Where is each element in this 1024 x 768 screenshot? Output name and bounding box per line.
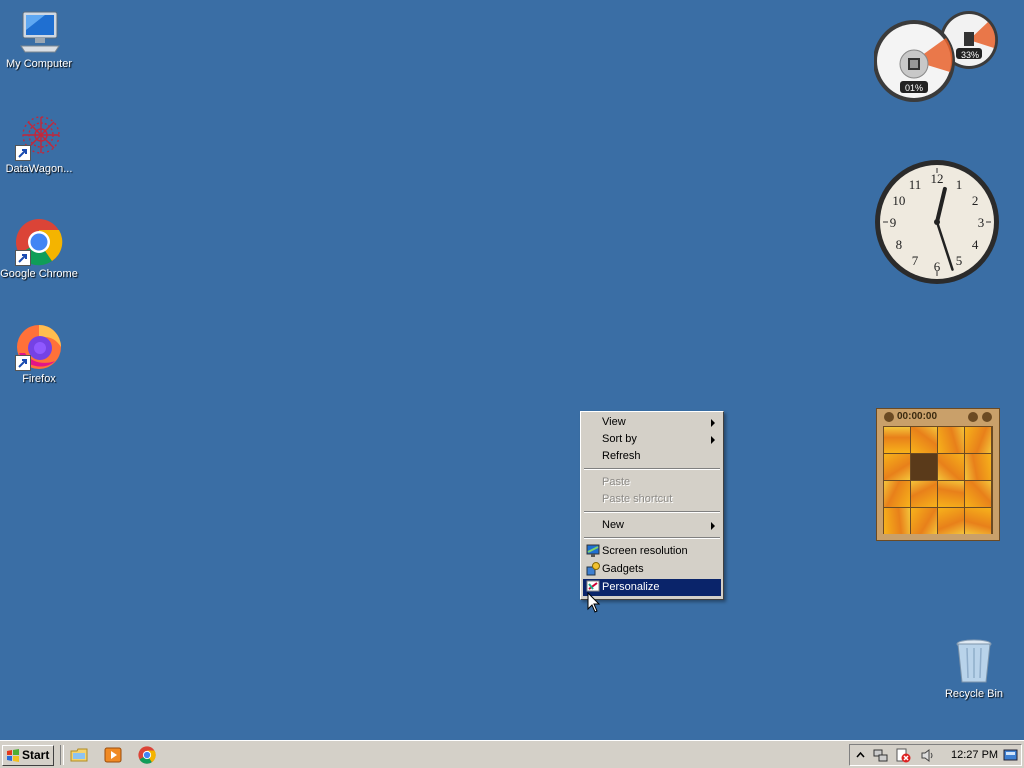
cpu-percent-label: 01% [905, 83, 924, 93]
puzzle-prev-icon[interactable] [884, 412, 894, 422]
desktop-icon-recycle-bin[interactable]: Recycle Bin [935, 638, 1013, 700]
clock-numeral: 9 [890, 215, 897, 230]
desktop-icon-datawagon[interactable]: DataWagon... [0, 113, 78, 175]
chrome-icon [15, 218, 63, 266]
menu-item-gadgets[interactable]: Gadgets [583, 561, 721, 578]
desktop-icon-firefox[interactable]: Firefox [0, 323, 78, 385]
puzzle-help-icon[interactable] [968, 412, 978, 422]
puzzle-tile[interactable] [911, 508, 937, 534]
recycle-bin-icon [950, 638, 998, 686]
clock-numeral: 5 [956, 253, 963, 268]
clock-numeral: 11 [909, 177, 922, 192]
puzzle-tile[interactable] [938, 481, 964, 507]
clock-numeral: 2 [972, 193, 979, 208]
picture-puzzle-gadget[interactable]: 00:00:00 [876, 408, 1000, 541]
start-label: Start [22, 748, 50, 762]
clock-numeral: 7 [912, 253, 919, 268]
menu-item-label: Personalize [602, 581, 660, 593]
menu-item-label: New [602, 519, 625, 531]
menu-separator [584, 537, 720, 539]
menu-item-label: Sort by [602, 433, 637, 445]
submenu-arrow-icon [711, 436, 715, 444]
datawagon-icon [15, 113, 63, 161]
desktop-icon-label: DataWagon... [5, 163, 73, 175]
firefox-icon [15, 323, 63, 371]
menu-item-personalize[interactable]: Personalize [583, 579, 721, 596]
taskbar-divider [60, 745, 64, 765]
media-player-icon[interactable] [104, 746, 122, 764]
menu-item-label: Paste shortcut [602, 493, 673, 505]
action-center-icon[interactable] [1003, 748, 1018, 763]
puzzle-tile[interactable] [965, 481, 991, 507]
show-hidden-icons-icon[interactable] [853, 748, 868, 763]
puzzle-tile[interactable] [884, 481, 910, 507]
puzzle-tile[interactable] [965, 454, 991, 480]
clock-numeral: 12 [931, 171, 944, 186]
shortcut-arrow-icon [15, 250, 31, 266]
puzzle-tile[interactable] [938, 508, 964, 534]
volume-icon[interactable] [920, 748, 935, 763]
menu-item-sort-by[interactable]: Sort by [583, 431, 721, 448]
submenu-arrow-icon [711, 522, 715, 530]
menu-item-label: View [602, 416, 626, 428]
shortcut-arrow-icon [15, 355, 31, 371]
desktop-icon-label: Recycle Bin [944, 688, 1004, 700]
menu-separator [584, 511, 720, 513]
windows-logo-icon [7, 749, 19, 762]
desktop-icon-label: Firefox [22, 373, 56, 385]
menu-item-label: Gadgets [602, 563, 644, 575]
memory-percent-label: 33% [961, 50, 980, 60]
monitor-icon [586, 544, 600, 558]
puzzle-tile[interactable] [965, 508, 991, 534]
shortcut-arrow-icon [15, 145, 31, 161]
menu-item-label: Screen resolution [602, 545, 688, 557]
puzzle-tile[interactable] [911, 481, 937, 507]
cpu-meter-gadget[interactable]: 01% 33% [873, 8, 1000, 104]
puzzle-tile[interactable] [884, 454, 910, 480]
clock-numeral: 6 [934, 259, 941, 274]
system-tray: 12:27 PM [849, 744, 1022, 766]
puzzle-tile[interactable] [965, 427, 991, 453]
file-explorer-icon[interactable] [70, 746, 88, 764]
puzzle-menu-icon[interactable] [982, 412, 992, 422]
menu-item-refresh[interactable]: Refresh [583, 448, 721, 465]
menu-item-new[interactable]: New [583, 517, 721, 534]
puzzle-tile[interactable] [938, 454, 964, 480]
puzzle-grid[interactable] [883, 426, 993, 534]
submenu-arrow-icon [711, 419, 715, 427]
clock-numeral: 4 [972, 237, 979, 252]
desktop-context-menu[interactable]: View Sort by Refresh Paste Paste shortcu… [580, 411, 724, 600]
security-alert-icon[interactable] [896, 748, 911, 763]
menu-separator [584, 468, 720, 470]
taskbar: Start 12:27 PM [0, 740, 1024, 768]
puzzle-tile[interactable] [884, 508, 910, 534]
start-button[interactable]: Start [2, 745, 54, 766]
desktop-icon-my-computer[interactable]: My Computer [0, 8, 78, 70]
desktop-icon-label: My Computer [5, 58, 73, 70]
clock-gadget[interactable]: 12 1 2 3 4 5 6 7 8 9 10 11 [872, 158, 1002, 288]
clock-numeral: 8 [896, 237, 903, 252]
taskbar-clock[interactable]: 12:27 PM [951, 749, 998, 761]
menu-item-paste: Paste [583, 474, 721, 491]
desktop-icon-google-chrome[interactable]: Google Chrome [0, 218, 78, 280]
desktop-icon-label: Google Chrome [0, 268, 78, 280]
puzzle-timer: 00:00:00 [897, 411, 938, 422]
puzzle-tile[interactable] [911, 427, 937, 453]
menu-item-paste-shortcut: Paste shortcut [583, 491, 721, 508]
menu-item-screen-resolution[interactable]: Screen resolution [583, 543, 721, 560]
menu-item-label: Refresh [602, 450, 641, 462]
puzzle-tile[interactable] [911, 454, 937, 480]
menu-item-view[interactable]: View [583, 414, 721, 431]
chrome-icon[interactable] [138, 746, 156, 764]
gadgets-icon [586, 562, 600, 576]
puzzle-tile[interactable] [938, 427, 964, 453]
mouse-cursor [587, 592, 601, 613]
network-icon[interactable] [873, 748, 888, 763]
menu-item-label: Paste [602, 476, 631, 488]
clock-numeral: 10 [892, 193, 905, 208]
puzzle-tile[interactable] [884, 427, 910, 453]
computer-icon [15, 8, 63, 56]
clock-numeral: 3 [978, 215, 985, 230]
clock-numeral: 1 [956, 177, 963, 192]
